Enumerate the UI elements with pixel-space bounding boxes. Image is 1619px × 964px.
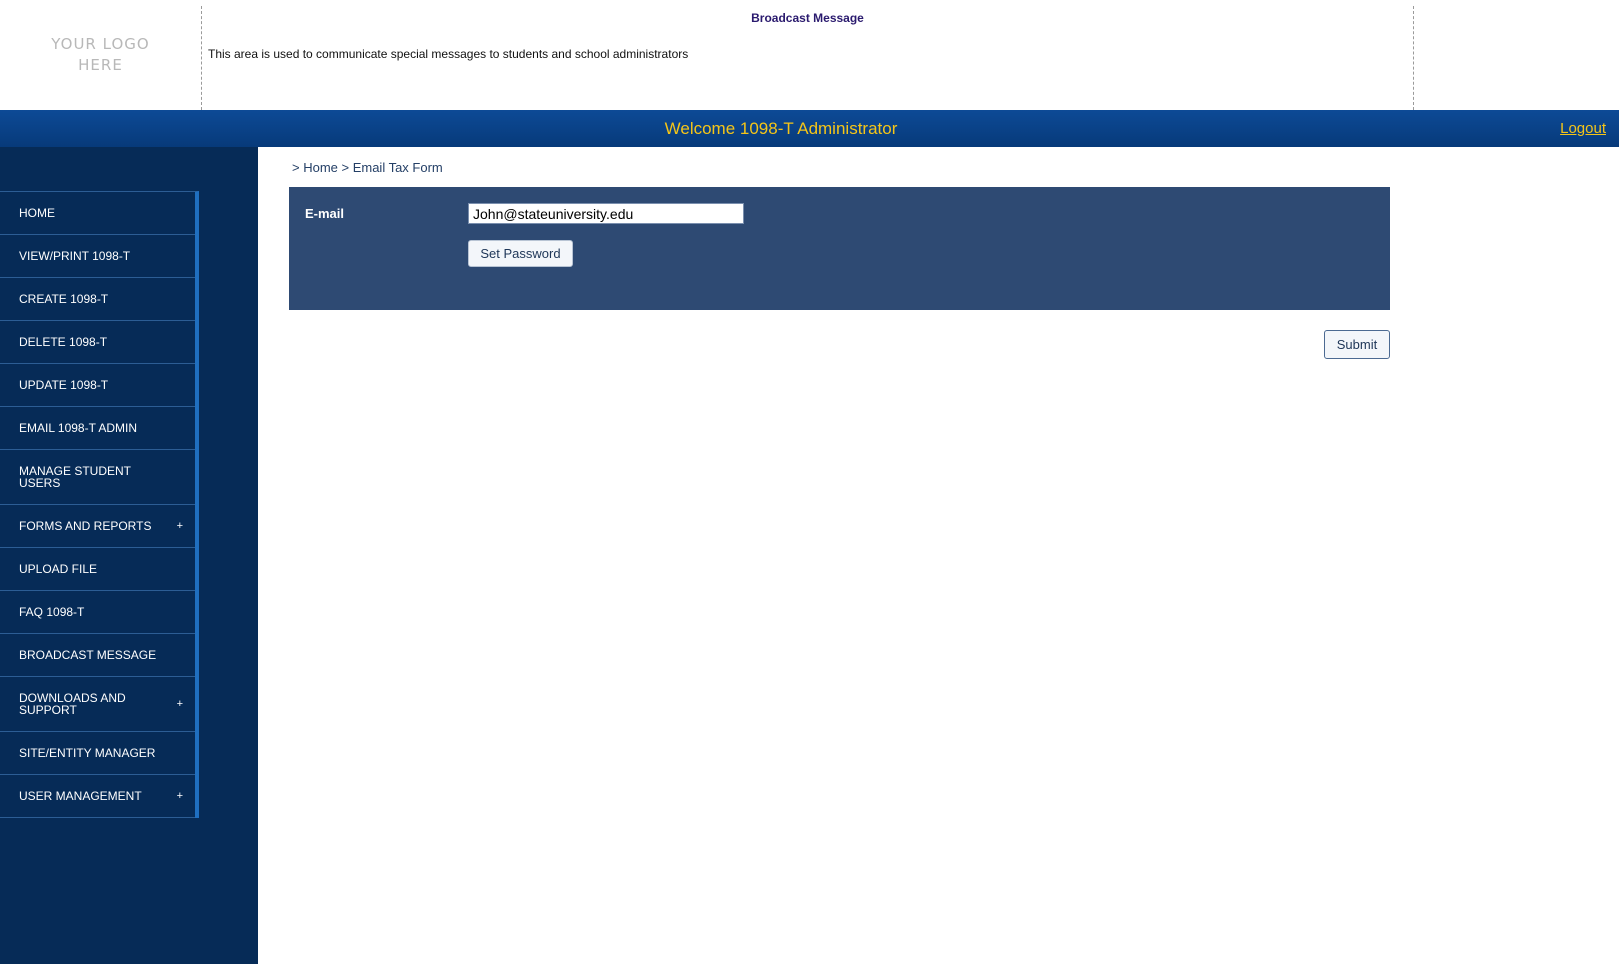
- sidebar-item-label: USER MANAGEMENT: [19, 789, 142, 803]
- sidebar: HOME VIEW/PRINT 1098-T CREATE 1098-T DEL…: [0, 147, 258, 964]
- email-label: E-mail: [305, 206, 345, 221]
- welcome-bar: Welcome 1098-T Administrator Logout: [0, 110, 1619, 147]
- sidebar-item-manage-student-users[interactable]: MANAGE STUDENT USERS: [0, 450, 195, 505]
- set-password-button[interactable]: Set Password: [468, 240, 573, 267]
- welcome-text: Welcome 1098-T Administrator: [664, 119, 898, 138]
- breadcrumb: > Home > Email Tax Form: [292, 160, 443, 175]
- email-input[interactable]: [468, 203, 744, 224]
- sidebar-item-label: VIEW/PRINT 1098-T: [19, 249, 131, 263]
- sidebar-item-label: UPLOAD FILE: [19, 562, 98, 576]
- sidebar-item-view-print-1098t[interactable]: VIEW/PRINT 1098-T: [0, 235, 195, 278]
- sidebar-item-label: EMAIL 1098-T ADMIN: [19, 421, 138, 435]
- sidebar-item-label: DELETE 1098-T: [19, 335, 108, 349]
- sidebar-item-label: UPDATE 1098-T: [19, 378, 109, 392]
- header-divider-right: [1413, 6, 1414, 110]
- expand-plus-icon: +: [176, 790, 183, 802]
- sidebar-item-label: BROADCAST MESSAGE: [19, 648, 157, 662]
- top-header: YOUR LOGO HERE Broadcast Message This ar…: [0, 0, 1619, 110]
- broadcast-title: Broadcast Message: [751, 11, 864, 25]
- sidebar-item-label: SITE/ENTITY MANAGER: [19, 746, 156, 760]
- sidebar-item-faq-1098t[interactable]: FAQ 1098-T: [0, 591, 195, 634]
- sidebar-item-label: HOME: [19, 206, 55, 220]
- sidebar-item-update-1098t[interactable]: UPDATE 1098-T: [0, 364, 195, 407]
- sidebar-item-create-1098t[interactable]: CREATE 1098-T: [0, 278, 195, 321]
- sidebar-item-label: MANAGE STUDENT USERS: [19, 464, 131, 490]
- sidebar-item-upload-file[interactable]: UPLOAD FILE: [0, 548, 195, 591]
- sidebar-item-label: CREATE 1098-T: [19, 292, 109, 306]
- sidebar-nav: HOME VIEW/PRINT 1098-T CREATE 1098-T DEL…: [0, 191, 199, 818]
- submit-button[interactable]: Submit: [1324, 330, 1390, 359]
- sidebar-item-downloads-and-support[interactable]: DOWNLOADS AND SUPPORT +: [0, 677, 195, 732]
- expand-plus-icon: +: [176, 520, 183, 532]
- logout-link[interactable]: Logout: [1560, 110, 1606, 147]
- sidebar-item-broadcast-message[interactable]: BROADCAST MESSAGE: [0, 634, 195, 677]
- sidebar-item-label: DOWNLOADS AND SUPPORT: [19, 691, 126, 717]
- sidebar-item-home[interactable]: HOME: [0, 192, 195, 235]
- sidebar-item-email-1098t-admin[interactable]: EMAIL 1098-T ADMIN: [0, 407, 195, 450]
- sidebar-item-delete-1098t[interactable]: DELETE 1098-T: [0, 321, 195, 364]
- logo: YOUR LOGO HERE: [0, 0, 201, 110]
- logo-text: YOUR LOGO HERE: [51, 35, 150, 74]
- sidebar-item-forms-and-reports[interactable]: FORMS AND REPORTS +: [0, 505, 195, 548]
- sidebar-item-site-entity-manager[interactable]: SITE/ENTITY MANAGER: [0, 732, 195, 775]
- sidebar-item-label: FAQ 1098-T: [19, 605, 85, 619]
- email-form-panel: E-mail Set Password: [289, 187, 1390, 310]
- expand-plus-icon: +: [176, 698, 183, 710]
- sidebar-item-label: FORMS AND REPORTS: [19, 519, 152, 533]
- sidebar-item-user-management[interactable]: USER MANAGEMENT +: [0, 775, 195, 818]
- broadcast-text: This area is used to communicate special…: [208, 47, 689, 61]
